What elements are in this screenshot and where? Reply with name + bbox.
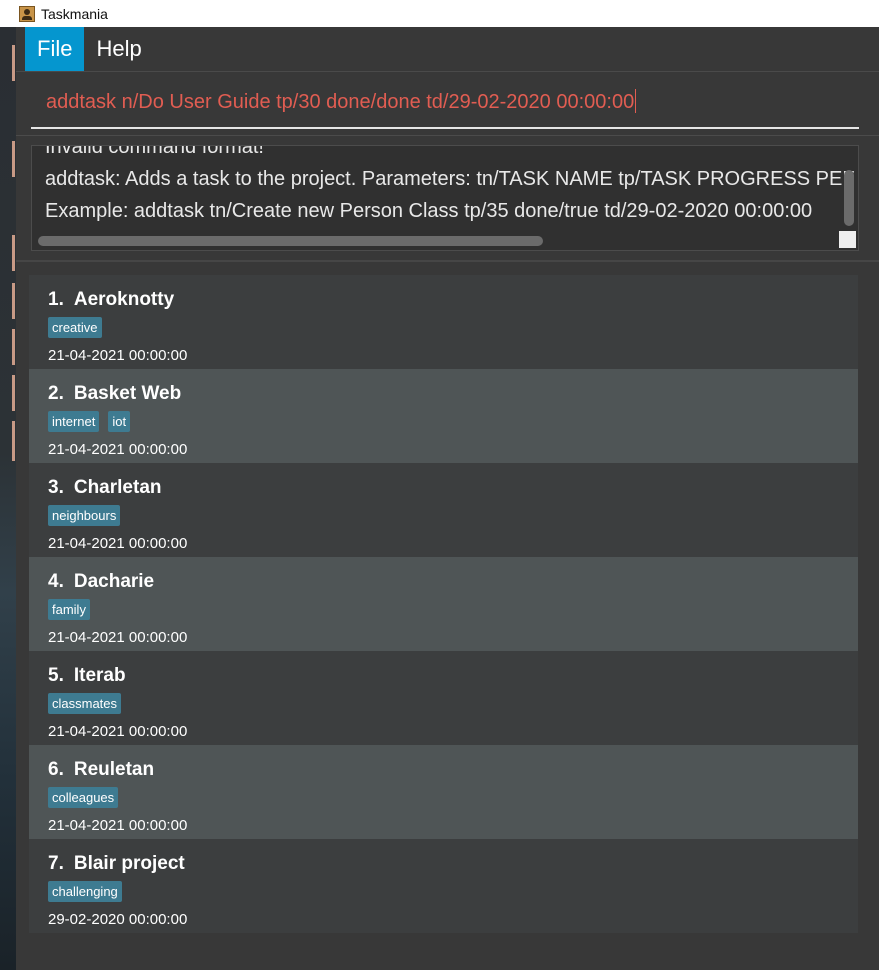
text-caret — [635, 89, 637, 113]
task-index: 2. — [48, 383, 64, 404]
tag-badge: iot — [108, 411, 131, 432]
task-date: 21-04-2021 00:00:00 — [48, 535, 188, 552]
task-date: 21-04-2021 00:00:00 — [48, 347, 188, 364]
task-name: Aeroknotty — [73, 289, 175, 310]
task-title: 1. Aeroknotty — [48, 289, 174, 311]
task-tags: creative — [48, 317, 102, 338]
tag-badge: family — [48, 599, 90, 620]
task-title: 5. Iterab — [48, 665, 126, 687]
task-index: 5. — [48, 665, 64, 686]
desktop-marker — [12, 375, 15, 411]
menu-help[interactable]: Help — [84, 27, 153, 71]
scroll-corner — [839, 231, 856, 248]
task-index: 7. — [48, 853, 64, 874]
task-name: Basket Web — [73, 383, 182, 404]
menu-bar: File Help — [16, 27, 879, 72]
desktop-marker — [12, 421, 15, 461]
task-name: Charletan — [73, 477, 162, 498]
result-line-3: Example: addtask tn/Create new Person Cl… — [45, 200, 813, 222]
task-index: 4. — [48, 571, 64, 592]
task-title: 3. Charletan — [48, 477, 162, 499]
window-title: Taskmania — [41, 5, 108, 22]
task-card[interactable]: 5. Iterab classmates 21-04-2021 00:00:00 — [29, 651, 858, 745]
task-index: 1. — [48, 289, 64, 310]
desktop-background — [0, 27, 16, 970]
app-icon — [19, 5, 35, 22]
task-title: 6. Reuletan — [48, 759, 154, 781]
desktop-marker — [12, 235, 15, 271]
task-name: Iterab — [73, 665, 126, 686]
task-index: 6. — [48, 759, 64, 780]
task-tags: colleagues — [48, 787, 119, 808]
tag-badge: classmates — [48, 693, 122, 714]
task-list: 1. Aeroknotty creative 21-04-2021 00:00:0… — [29, 275, 858, 933]
task-card[interactable]: 7. Blair project challenging 29-02-2020 0… — [29, 839, 858, 933]
task-card[interactable]: 4. Dacharie family 21-04-2021 00:00:00 — [29, 557, 858, 651]
tag-badge: neighbours — [48, 505, 121, 526]
task-date: 21-04-2021 00:00:00 — [48, 441, 188, 458]
result-line-1: Invalid command format! — [45, 145, 264, 158]
task-tags: challenging — [48, 881, 122, 902]
tag-badge: creative — [48, 317, 102, 338]
task-name: Blair project — [73, 853, 185, 874]
task-tags: classmates — [48, 693, 122, 714]
result-line-2: addtask: Adds a task to the project. Par… — [45, 168, 855, 190]
task-date: 21-04-2021 00:00:00 — [48, 629, 188, 646]
task-card[interactable]: 1. Aeroknotty creative 21-04-2021 00:00:0… — [29, 275, 858, 369]
app-window: File Help addtask n/Do User Guide tp/30 … — [16, 27, 879, 970]
task-index: 3. — [48, 477, 64, 498]
task-date: 21-04-2021 00:00:00 — [48, 817, 188, 834]
task-list-panel: 1. Aeroknotty creative 21-04-2021 00:00:0… — [16, 262, 879, 970]
task-tags: neighbours — [48, 505, 121, 526]
menu-file[interactable]: File — [25, 27, 85, 71]
task-date: 21-04-2021 00:00:00 — [48, 723, 188, 740]
desktop-marker — [12, 45, 15, 81]
task-title: 2. Basket Web — [48, 383, 181, 405]
task-card[interactable]: 2. Basket Web internet iot 21-04-2021 00:… — [29, 369, 858, 463]
desktop-marker — [12, 329, 15, 365]
task-card[interactable]: 3. Charletan neighbours 21-04-2021 00:00:… — [29, 463, 858, 557]
task-name: Reuletan — [73, 759, 155, 780]
tag-badge: colleagues — [48, 787, 119, 808]
window-titlebar[interactable]: Taskmania — [0, 0, 879, 27]
task-tags: internet iot — [48, 411, 131, 432]
command-box: addtask n/Do User Guide tp/30 done/done … — [16, 72, 879, 136]
vertical-scrollbar[interactable] — [844, 170, 854, 226]
task-card[interactable]: 6. Reuletan colleagues 21-04-2021 00:00:0… — [29, 745, 858, 839]
result-display[interactable]: Invalid command format! addtask: Adds a … — [31, 145, 859, 251]
task-title: 7. Blair project — [48, 853, 185, 875]
task-name: Dacharie — [73, 571, 155, 592]
command-underline — [31, 127, 859, 129]
desktop-marker — [12, 283, 15, 319]
command-input[interactable]: addtask n/Do User Guide tp/30 done/done … — [46, 89, 637, 114]
task-tags: family — [48, 599, 90, 620]
task-date: 29-02-2020 00:00:00 — [48, 911, 188, 928]
task-title: 4. Dacharie — [48, 571, 154, 593]
tag-badge: challenging — [48, 881, 122, 902]
tag-badge: internet — [48, 411, 100, 432]
horizontal-scrollbar[interactable] — [38, 236, 543, 246]
desktop-marker — [12, 141, 15, 177]
command-input-value: addtask n/Do User Guide tp/30 done/done … — [46, 91, 635, 113]
